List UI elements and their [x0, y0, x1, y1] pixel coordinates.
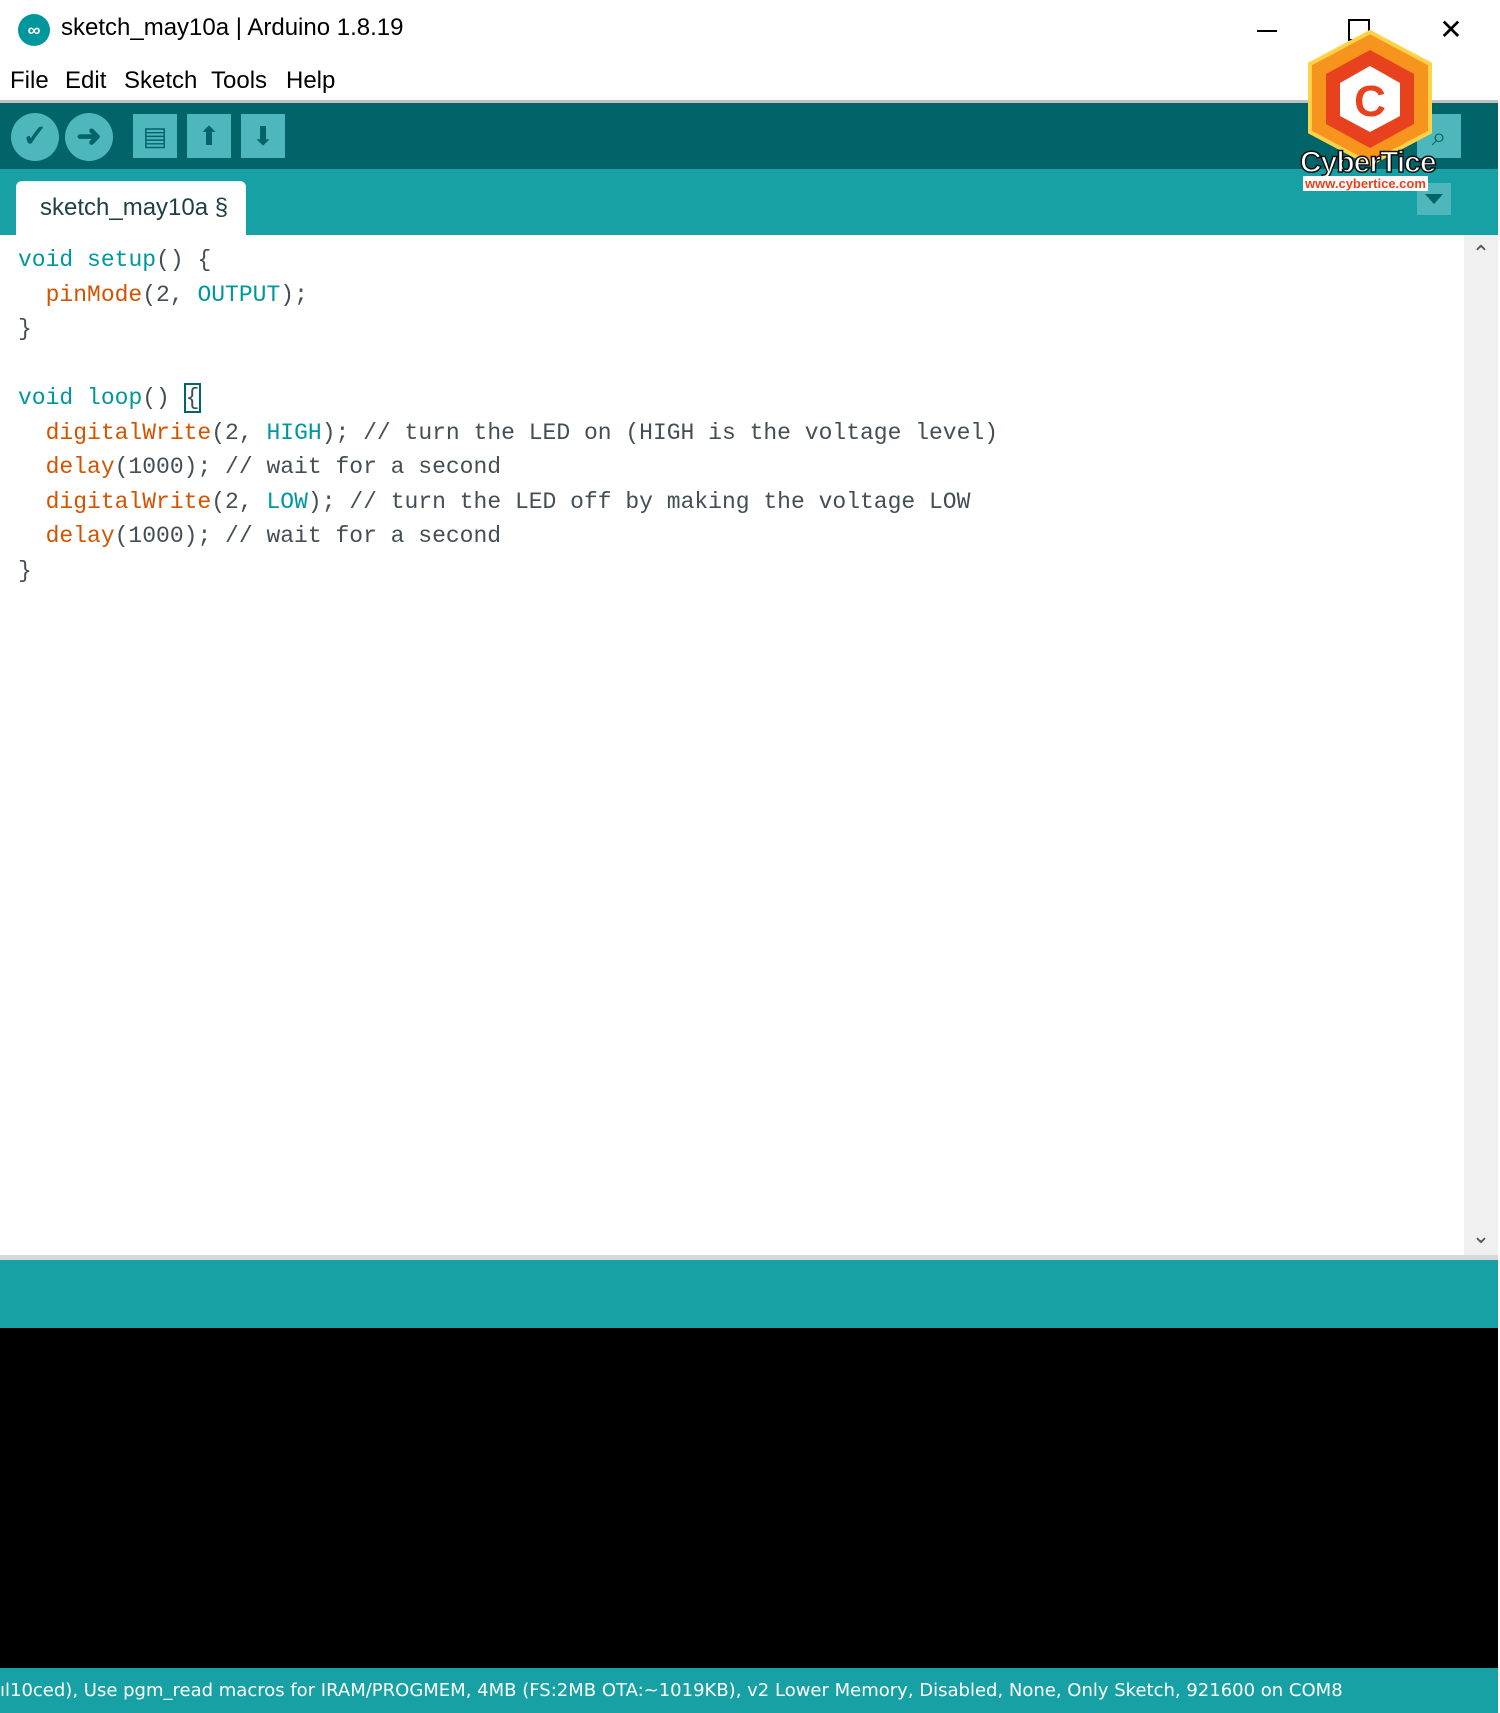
toolbar: ✓ ➜ ▤ ⬆ ⬇ ⌕	[0, 103, 1498, 169]
minimize-icon	[1257, 30, 1277, 32]
text-cursor: {	[183, 383, 202, 413]
code-line: pinMode(2, OUTPUT);	[45, 281, 308, 308]
menu-help[interactable]: Help	[286, 67, 335, 95]
code-text: void setup() { pinMode(2, OUTPUT); } voi…	[18, 243, 998, 588]
arduino-ide-window: ∞ sketch_may10a | Arduino 1.8.19 ✕ File …	[0, 0, 1498, 1713]
menu-tools[interactable]: Tools	[211, 67, 267, 95]
code-line: void setup() {	[18, 247, 212, 273]
save-sketch-button[interactable]: ⬇	[241, 114, 285, 158]
tab-bar: sketch_may10a §	[0, 169, 1498, 235]
upload-icon: ➜	[76, 120, 102, 153]
menu-sketch[interactable]: Sketch	[124, 67, 197, 95]
upload-button[interactable]: ➜	[65, 113, 113, 161]
chevron-down-icon[interactable]: ⌄	[1470, 1225, 1492, 1247]
verify-icon: ✓	[22, 120, 48, 153]
code-line: }	[18, 316, 32, 342]
minimize-button[interactable]	[1242, 10, 1292, 50]
new-sketch-button[interactable]: ▤	[133, 114, 177, 158]
code-line: delay(1000); // wait for a second	[45, 454, 502, 480]
code-line: }	[18, 557, 32, 584]
code-line: digitalWrite(2, HIGH); // turn the LED o…	[45, 419, 999, 446]
console-output[interactable]	[0, 1328, 1498, 1668]
code-editor[interactable]: void setup() { pinMode(2, OUTPUT); } voi…	[0, 235, 1464, 1255]
watermark-url: www.cybertice.com	[1303, 176, 1428, 191]
open-icon: ⬆	[198, 121, 220, 151]
watermark-brand: CyberTice	[1299, 145, 1437, 180]
menu-file[interactable]: File	[10, 67, 49, 95]
verify-button[interactable]: ✓	[11, 113, 59, 161]
status-bar: ıl10ced), Use pgm_read macros for IRAM/P…	[0, 1668, 1498, 1713]
chevron-up-icon[interactable]: ⌃	[1470, 243, 1492, 265]
editor-scrollbar[interactable]: ⌃ ⌄	[1464, 235, 1498, 1255]
save-icon: ⬇	[252, 121, 274, 151]
menu-edit[interactable]: Edit	[65, 67, 106, 95]
open-sketch-button[interactable]: ⬆	[187, 114, 231, 158]
svg-text:C: C	[1354, 77, 1386, 126]
title-bar: ∞ sketch_may10a | Arduino 1.8.19 ✕	[0, 0, 1498, 62]
code-line: digitalWrite(2, LOW); // turn the LED of…	[45, 488, 971, 515]
code-line: delay(1000); // wait for a second	[45, 523, 502, 549]
arduino-logo-icon: ∞	[18, 14, 50, 46]
window-title: sketch_may10a | Arduino 1.8.19	[61, 14, 404, 41]
tab-sketch[interactable]: sketch_may10a §	[16, 181, 246, 235]
code-line: void loop() {	[18, 383, 202, 413]
menu-bar: File Edit Sketch Tools Help	[0, 62, 1498, 100]
message-bar	[0, 1260, 1498, 1328]
new-icon: ▤	[142, 121, 168, 151]
